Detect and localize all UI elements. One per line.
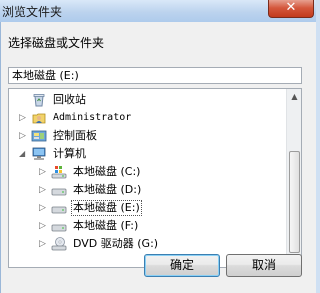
system-drive-icon: [51, 165, 67, 179]
expand-arrow-icon[interactable]: ▷: [19, 130, 28, 142]
drive-icon: [51, 183, 67, 197]
tree-item-drive-c[interactable]: ▷ 本地磁盘 (C:): [9, 164, 285, 181]
expand-arrow-icon[interactable]: ▷: [19, 112, 28, 124]
expand-arrow-icon[interactable]: ▷: [39, 202, 48, 214]
tree-item-label: 本地磁盘 (E:): [71, 200, 142, 216]
tree-item-control-panel[interactable]: ▷ 控制面板: [9, 128, 285, 145]
tree-item-label: 本地磁盘 (D:): [73, 183, 142, 196]
tree-item-administrator[interactable]: ▷ Administrator: [9, 110, 285, 127]
folder-tree[interactable]: 回收站 ▷ Administrator ▷ 控制面板 ◢ 计算机 ▷ 本地磁盘 …: [8, 88, 302, 268]
user-folder-icon: [31, 111, 47, 125]
tree-item-label: Administrator: [53, 112, 132, 123]
path-field[interactable]: 本地磁盘 (E:): [8, 67, 302, 84]
tree-item-label: DVD 驱动器 (G:): [73, 237, 159, 250]
expand-arrow-icon[interactable]: ▷: [39, 166, 48, 178]
tree-scrollbar[interactable]: ▲ ▼: [286, 89, 301, 267]
recycle-bin-icon: [31, 93, 47, 107]
cancel-button[interactable]: 取消: [226, 254, 302, 277]
scroll-up-icon[interactable]: ▲: [287, 89, 301, 104]
tree-item-label: 本地磁盘 (F:): [73, 219, 139, 232]
title-bar: 浏览文件夹 ✕: [0, 0, 316, 22]
tree-item-label: 控制面板: [53, 129, 97, 142]
dvd-drive-icon: [51, 237, 67, 251]
tree-item-dvd-drive-g[interactable]: ▷ DVD 驱动器 (G:): [9, 236, 285, 253]
tree-item-label: 本地磁盘 (C:): [73, 165, 141, 178]
close-button[interactable]: ✕: [268, 0, 314, 18]
tree-item-label: 回收站: [53, 93, 86, 106]
tree-item-drive-f[interactable]: ▷ 本地磁盘 (F:): [9, 218, 285, 235]
collapse-arrow-icon[interactable]: ◢: [19, 148, 28, 160]
dialog-body: 选择磁盘或文件夹 本地磁盘 (E:) 回收站 ▷ Administrator ▷…: [0, 22, 316, 293]
window-title: 浏览文件夹: [2, 5, 63, 19]
tree-item-recycle-bin[interactable]: 回收站: [9, 92, 285, 109]
computer-icon: [31, 147, 47, 161]
prompt-label: 选择磁盘或文件夹: [8, 36, 105, 50]
expand-arrow-icon[interactable]: ▷: [39, 238, 48, 250]
control-panel-icon: [31, 129, 47, 143]
drive-icon: [51, 219, 67, 233]
tree-item-label: 计算机: [53, 147, 86, 160]
tree-item-computer[interactable]: ◢ 计算机: [9, 146, 285, 163]
drive-icon: [51, 201, 67, 215]
expand-arrow-icon[interactable]: ▷: [39, 184, 48, 196]
ok-button[interactable]: 确定: [144, 254, 220, 277]
expand-arrow-icon[interactable]: ▷: [39, 220, 48, 232]
tree-item-drive-e[interactable]: ▷ 本地磁盘 (E:): [9, 200, 285, 217]
tree-item-drive-d[interactable]: ▷ 本地磁盘 (D:): [9, 182, 285, 199]
scrollbar-thumb[interactable]: [289, 151, 300, 253]
